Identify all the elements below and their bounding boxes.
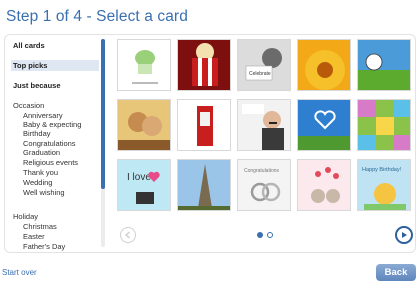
card-soccer[interactable] xyxy=(357,39,411,91)
play-arrow-icon xyxy=(402,232,407,238)
card-mice-hearts[interactable] xyxy=(297,159,351,211)
happy-birthday-image: Happy Birthday! xyxy=(358,160,410,210)
eiffel-tower-image xyxy=(178,160,230,210)
i-love-you-image: I love xyxy=(118,160,170,210)
card-popcorn[interactable] xyxy=(177,39,231,91)
couple-image xyxy=(118,100,170,150)
previous-page-button[interactable] xyxy=(120,227,136,243)
card-i-love-you[interactable]: I love xyxy=(117,159,171,211)
sidebar-item-top-picks[interactable]: Top picks xyxy=(11,60,99,71)
sunflower-image xyxy=(298,40,350,90)
sidebar-item-just-because[interactable]: Just because xyxy=(13,81,61,90)
pattern-image xyxy=(358,100,410,150)
happy-birthday-text: Happy Birthday! xyxy=(362,167,402,173)
sidebar-scrollbar-thumb[interactable] xyxy=(101,39,105,189)
cupcake-image xyxy=(118,40,170,90)
card-eiffel-tower[interactable] xyxy=(177,159,231,211)
category-sidebar: All cards Top picks Just because Occasio… xyxy=(11,37,103,251)
chevron-left-icon xyxy=(124,231,130,239)
page-dot-2[interactable] xyxy=(267,232,273,238)
mustache-man-image xyxy=(238,100,290,150)
celebrate-text: Celebrate xyxy=(249,71,271,77)
sidebar-item-anniversary[interactable]: Anniversary xyxy=(23,111,63,120)
sidebar-item-christmas[interactable]: Christmas xyxy=(23,222,57,231)
sidebar-item-well-wishing[interactable]: Well wishing xyxy=(23,188,65,197)
card-selection-panel: All cards Top picks Just because Occasio… xyxy=(4,34,416,253)
card-mustache-man[interactable] xyxy=(237,99,291,151)
sidebar-item-fathers-day[interactable]: Father's Day xyxy=(23,242,65,251)
page-title: Step 1 of 4 - Select a card xyxy=(6,8,188,25)
card-rings[interactable]: Congratulations xyxy=(237,159,291,211)
mice-hearts-image xyxy=(298,160,350,210)
card-sunflower[interactable] xyxy=(297,39,351,91)
card-cupcake[interactable] xyxy=(117,39,171,91)
sidebar-item-birthday[interactable]: Birthday xyxy=(23,129,51,138)
sidebar-item-easter[interactable]: Easter xyxy=(23,232,45,241)
phone-booth-image xyxy=(178,100,230,150)
sidebar-item-congratulations[interactable]: Congratulations xyxy=(23,139,76,148)
page-dot-1[interactable] xyxy=(257,232,263,238)
sidebar-group-holiday[interactable]: Holiday xyxy=(13,212,38,221)
celebration-image: Celebrate xyxy=(238,40,290,90)
soccer-image xyxy=(358,40,410,90)
i-love-text: I love xyxy=(127,172,151,183)
card-phone-booth[interactable] xyxy=(177,99,231,151)
congratulations-text: Congratulations xyxy=(244,168,280,174)
sidebar-item-all-cards[interactable]: All cards xyxy=(13,41,45,50)
back-button[interactable]: Back xyxy=(376,264,416,281)
sidebar-item-thank-you[interactable]: Thank you xyxy=(23,168,58,177)
sidebar-group-occasion[interactable]: Occasion xyxy=(13,101,44,110)
sidebar-item-baby-expecting[interactable]: Baby & expecting xyxy=(23,120,81,129)
start-over-link[interactable]: Start over xyxy=(2,268,37,277)
card-couple[interactable] xyxy=(117,99,171,151)
heart-clouds-image xyxy=(298,100,350,150)
popcorn-image xyxy=(178,40,230,90)
sidebar-item-religious-events[interactable]: Religious events xyxy=(23,158,78,167)
card-heart-clouds[interactable] xyxy=(297,99,351,151)
sidebar-item-graduation[interactable]: Graduation xyxy=(23,148,60,157)
card-pattern[interactable] xyxy=(357,99,411,151)
card-happy-birthday[interactable]: Happy Birthday! xyxy=(357,159,411,211)
sidebar-item-wedding[interactable]: Wedding xyxy=(23,178,52,187)
next-page-button[interactable] xyxy=(395,226,413,244)
card-celebration[interactable]: Celebrate xyxy=(237,39,291,91)
rings-image: Congratulations xyxy=(238,160,290,210)
